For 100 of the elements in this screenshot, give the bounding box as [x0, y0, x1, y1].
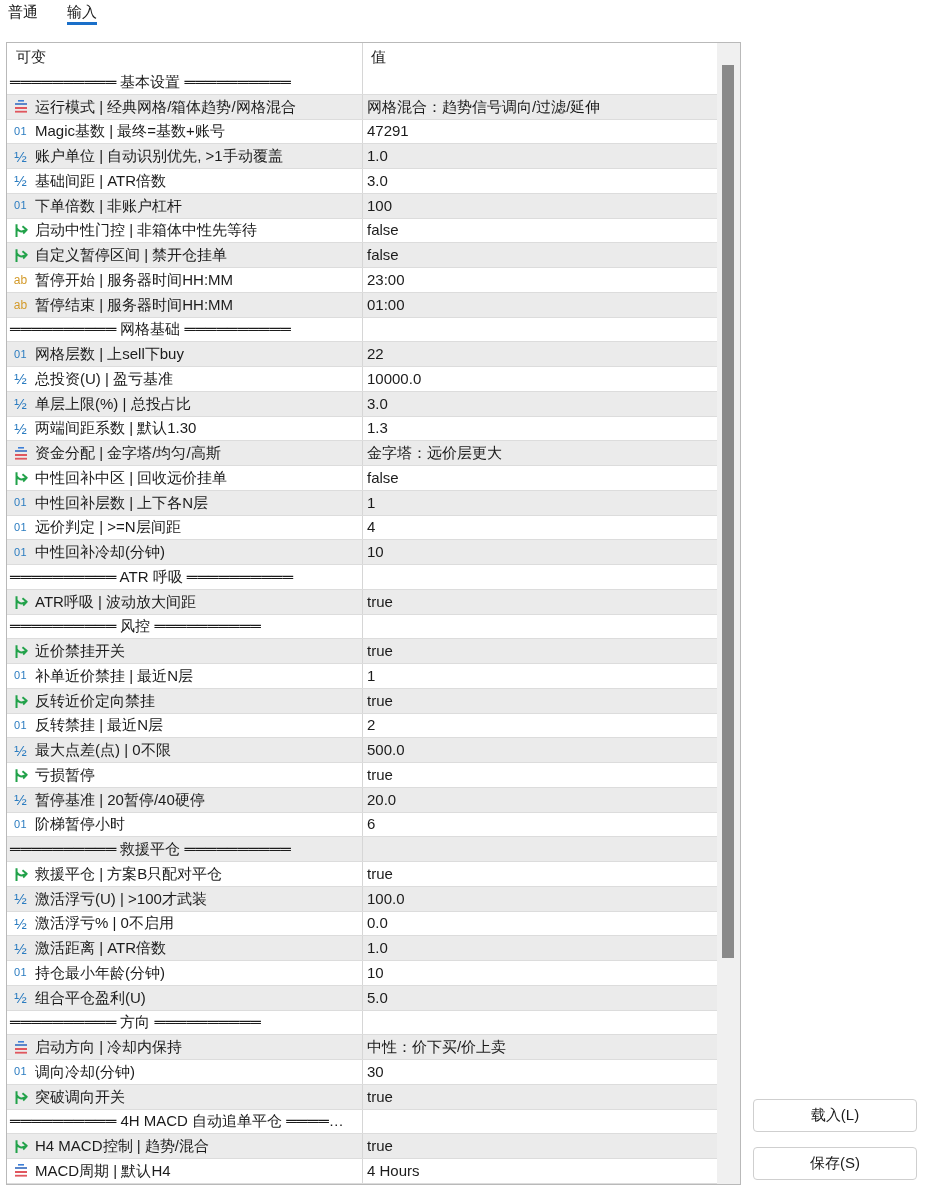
parameter-value[interactable]: 2 [367, 715, 376, 736]
parameter-row[interactable]: ½ 两端间距系数 | 默认1.30 1.3 [7, 416, 717, 442]
parameter-row[interactable]: 01 下单倍数 | 非账户杠杆 100 [7, 193, 717, 219]
parameter-row[interactable]: ½ 激活距离 | ATR倍数 1.0 [7, 936, 717, 961]
parameter-row[interactable]: ab 暂停结束 | 服务器时间HH:MM 01:00 [7, 292, 717, 318]
parameter-row[interactable]: ½ 激活浮亏(U) | >100才武装 100.0 [7, 886, 717, 912]
parameter-row[interactable]: 01 补单近价禁挂 | 最近N层 1 [7, 664, 717, 689]
section-row[interactable]: ══════════ 4H MACD 自动追单平仓 ════… [7, 1109, 717, 1135]
parameter-value[interactable]: 4 Hours [367, 1160, 420, 1181]
parameter-row[interactable]: 01 阶梯暂停小时 6 [7, 812, 717, 838]
parameter-row[interactable]: 资金分配 | 金字塔/均匀/高斯 金字塔：远价层更大 [7, 441, 717, 466]
parameter-value[interactable]: 100 [367, 195, 393, 216]
parameter-row[interactable]: 反转近价定向禁挂 true [7, 688, 717, 714]
parameter-value[interactable]: false [367, 245, 399, 266]
parameter-value[interactable]: true [367, 1086, 393, 1107]
parameter-row[interactable]: 运行模式 | 经典网格/箱体趋势/网格混合 网格混合：趋势信号调向/过滤/延伸 [7, 94, 717, 120]
scrollbar-track[interactable] [717, 43, 740, 1184]
parameter-row[interactable]: ½ 组合平仓盈利(U) 5.0 [7, 985, 717, 1011]
parameter-row[interactable]: 启动中性门控 | 非箱体中性先等待 false [7, 218, 717, 244]
parameter-row[interactable]: 01 调向冷却(分钟) 30 [7, 1060, 717, 1085]
parameter-value[interactable]: 5.0 [367, 987, 388, 1008]
parameter-row[interactable]: 自定义暂停区间 | 禁开仓挂单 false [7, 243, 717, 268]
parameter-value[interactable]: 01:00 [367, 294, 405, 315]
parameter-value[interactable]: 23:00 [367, 269, 405, 290]
parameter-value[interactable]: 网格混合：趋势信号调向/过滤/延伸 [367, 96, 601, 117]
integer-icon: 01 [13, 200, 28, 212]
parameter-row[interactable]: ½ 暂停基准 | 20暂停/40硬停 20.0 [7, 787, 717, 813]
integer-icon: 01 [13, 967, 28, 979]
parameter-value[interactable]: 30 [367, 1061, 384, 1082]
parameter-row[interactable]: ½ 单层上限(%) | 总投占比 3.0 [7, 391, 717, 417]
parameter-value[interactable]: 1.0 [367, 938, 388, 959]
parameter-value[interactable]: 1 [367, 492, 376, 513]
parameter-row[interactable]: 启动方向 | 冷却内保持 中性：价下买/价上卖 [7, 1035, 717, 1060]
parameter-value[interactable]: 10000.0 [367, 368, 422, 389]
parameter-value[interactable]: 1.0 [367, 146, 388, 167]
section-row[interactable]: ══════════ 网格基础 ══════════ [7, 317, 717, 343]
parameter-row[interactable]: H4 MACD控制 | 趋势/混合 true [7, 1134, 717, 1159]
parameter-row[interactable]: 01 远价判定 | >=N层间距 4 [7, 515, 717, 541]
parameter-row[interactable]: 亏损暂停 true [7, 763, 717, 788]
parameter-row[interactable]: 01 反转禁挂 | 最近N层 2 [7, 713, 717, 739]
parameter-value[interactable]: true [367, 863, 393, 884]
load-button[interactable]: 载入(L) [753, 1098, 917, 1132]
fraction-icon: ½ [14, 792, 27, 808]
parameter-value[interactable]: 10 [367, 962, 384, 983]
parameter-row[interactable]: 突破调向开关 true [7, 1084, 717, 1110]
parameter-row[interactable]: ½ 账户单位 | 自动识别优先, >1手动覆盖 1.0 [7, 144, 717, 169]
parameter-value[interactable]: true [367, 764, 393, 785]
integer-icon: 01 [13, 1066, 28, 1078]
save-button[interactable]: 保存(S) [753, 1146, 917, 1180]
parameter-name: 反转近价定向禁挂 [35, 690, 155, 711]
parameter-value[interactable]: true [367, 591, 393, 612]
parameter-value[interactable]: true [367, 1136, 393, 1157]
fraction-icon: ½ [14, 396, 27, 412]
parameter-row[interactable]: 01 中性回补层数 | 上下各N层 1 [7, 490, 717, 516]
parameter-row[interactable]: 救援平仓 | 方案B只配对平仓 true [7, 862, 717, 887]
section-title: ══════════ 救援平仓 ══════════ [10, 839, 291, 860]
parameter-value[interactable]: 3.0 [367, 170, 388, 191]
section-row[interactable]: ══════════ 方向 ══════════ [7, 1010, 717, 1036]
parameter-value[interactable]: false [367, 220, 399, 241]
parameter-value[interactable]: 3.0 [367, 393, 388, 414]
parameter-value[interactable]: true [367, 690, 393, 711]
parameter-value[interactable]: 中性：价下买/价上卖 [367, 1037, 507, 1058]
parameter-value[interactable]: 1 [367, 665, 376, 686]
parameter-row[interactable]: 近价禁挂开关 true [7, 639, 717, 664]
parameter-row[interactable]: 01 中性回补冷却(分钟) 10 [7, 540, 717, 565]
parameter-row[interactable]: ½ 激活浮亏% | 0不启用 0.0 [7, 911, 717, 937]
column-header[interactable]: 可变 [16, 46, 46, 67]
parameter-row[interactable]: 01 持仓最小年龄(分钟) 10 [7, 961, 717, 986]
parameter-value[interactable]: false [367, 467, 399, 488]
parameter-value[interactable]: 0.0 [367, 913, 388, 934]
parameter-value[interactable]: 47291 [367, 121, 409, 142]
tab[interactable]: 输入 [67, 0, 97, 25]
parameter-value[interactable]: true [367, 641, 393, 662]
parameter-value[interactable]: 20.0 [367, 789, 397, 810]
parameter-row[interactable]: 01 网格层数 | 上sell下buy 22 [7, 342, 717, 367]
parameter-row[interactable]: ½ 最大点差(点) | 0不限 500.0 [7, 738, 717, 763]
parameter-value[interactable]: 1.3 [367, 418, 388, 439]
parameter-row[interactable]: 中性回补中区 | 回收远价挂单 false [7, 466, 717, 491]
parameter-value[interactable]: 500.0 [367, 740, 405, 761]
parameter-value[interactable]: 10 [367, 542, 384, 563]
section-row[interactable]: ══════════ 基本设置 ══════════ [7, 70, 717, 95]
parameter-value[interactable]: 4 [367, 517, 376, 538]
scrollbar-thumb[interactable] [722, 65, 734, 958]
parameter-row[interactable]: ½ 总投资(U) | 盈亏基准 10000.0 [7, 367, 717, 392]
tab[interactable]: 普通 [8, 0, 38, 25]
parameter-name: 启动方向 | 冷却内保持 [35, 1037, 183, 1058]
parameter-row[interactable]: ab 暂停开始 | 服务器时间HH:MM 23:00 [7, 268, 717, 293]
parameter-value[interactable]: 22 [367, 344, 384, 365]
column-header[interactable]: 值 [371, 46, 386, 67]
section-row[interactable]: ══════════ 风控 ══════════ [7, 614, 717, 640]
section-title: ══════════ 方向 ══════════ [10, 1012, 261, 1033]
parameter-value[interactable]: 100.0 [367, 888, 405, 909]
section-row[interactable]: ══════════ ATR 呼吸 ══════════ [7, 565, 717, 590]
parameter-row[interactable]: 01 Magic基数 | 最终=基数+账号 47291 [7, 119, 717, 145]
parameter-value[interactable]: 金字塔：远价层更大 [367, 443, 502, 464]
parameter-row[interactable]: ATR呼吸 | 波动放大间距 true [7, 589, 717, 615]
parameter-row[interactable]: MACD周期 | 默认H4 4 Hours [7, 1159, 717, 1184]
parameter-name: 资金分配 | 金字塔/均匀/高斯 [35, 443, 221, 464]
parameter-value[interactable]: 6 [367, 814, 376, 835]
parameter-row[interactable]: ½ 基础间距 | ATR倍数 3.0 [7, 169, 717, 194]
